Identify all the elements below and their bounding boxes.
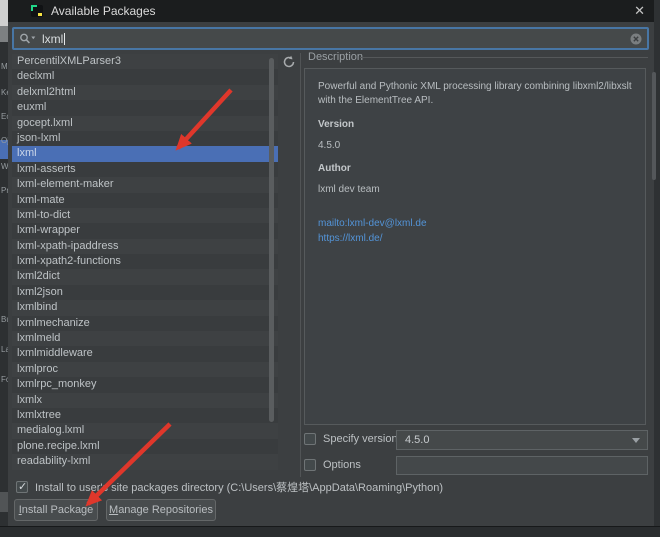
manage-repositories-button[interactable]: Manage Repositories: [106, 499, 216, 521]
panel-separator: [300, 53, 301, 477]
text-caret: [64, 33, 65, 45]
description-scrollbar[interactable]: [652, 72, 656, 180]
chevron-down-icon: [632, 438, 640, 443]
available-packages-dialog: Available Packages ✕ lxml PercentilXMLPa…: [8, 0, 654, 526]
version-label: Version: [318, 118, 632, 132]
list-item[interactable]: lxml-element-maker: [12, 177, 278, 192]
list-item[interactable]: lxml-asserts: [12, 162, 278, 177]
dialog-titlebar[interactable]: Available Packages ✕: [8, 0, 654, 22]
pycharm-icon: [31, 5, 43, 17]
homepage-link[interactable]: https://lxml.de/: [318, 232, 632, 247]
version-value: 4.5.0: [318, 139, 632, 153]
list-item[interactable]: lxmlx: [12, 393, 278, 408]
list-item[interactable]: plone.recipe.lxml: [12, 439, 278, 454]
specify-version-checkbox[interactable]: [304, 433, 316, 445]
list-item[interactable]: lxmlxtree: [12, 408, 278, 423]
search-query-text: lxml: [42, 32, 63, 46]
list-item[interactable]: declxml: [12, 69, 278, 84]
dialog-title: Available Packages: [51, 4, 156, 18]
version-dropdown[interactable]: 4.5.0: [396, 430, 648, 450]
list-item[interactable]: PercentilXMLParser3: [12, 54, 278, 69]
background-block: [0, 0, 8, 26]
author-value: lxml dev team: [318, 183, 632, 197]
list-item[interactable]: lxml-to-dict: [12, 208, 278, 223]
titled-border-line: [360, 57, 648, 58]
list-item[interactable]: lxml2json: [12, 285, 278, 300]
options-row: Options: [304, 459, 361, 471]
clear-search-icon[interactable]: [630, 32, 642, 44]
background-text-fragment: M: [1, 62, 8, 72]
list-item[interactable]: lxmlbind: [12, 300, 278, 315]
options-label: Options: [323, 459, 361, 471]
search-input[interactable]: lxml: [12, 27, 649, 50]
options-input[interactable]: [396, 456, 648, 475]
background-block: [0, 26, 8, 42]
package-summary: Powerful and Pythonic XML processing lib…: [318, 80, 632, 108]
install-to-user-checkbox[interactable]: [16, 481, 28, 493]
list-item[interactable]: medialog.lxml: [12, 423, 278, 438]
list-item[interactable]: lxmlmiddleware: [12, 346, 278, 361]
list-item[interactable]: lxmlrpc_monkey: [12, 377, 278, 392]
list-scrollbar[interactable]: [269, 58, 274, 422]
list-item[interactable]: lxml-xpath2-functions: [12, 254, 278, 269]
install-package-button[interactable]: Install Package: [14, 499, 98, 521]
search-icon[interactable]: [19, 32, 37, 46]
background-block: [0, 492, 8, 512]
list-item[interactable]: lxmlmechanize: [12, 316, 278, 331]
list-item[interactable]: gocept.lxml: [12, 116, 278, 131]
package-list[interactable]: PercentilXMLParser3declxmldelxml2htmleux…: [12, 54, 278, 470]
list-item[interactable]: euxml: [12, 100, 278, 115]
list-item[interactable]: lxml-wrapper: [12, 223, 278, 238]
list-item[interactable]: lxml2dict: [12, 269, 278, 284]
mailto-link[interactable]: mailto:lxml-dev@lxml.de: [318, 217, 632, 232]
list-item[interactable]: json-lxml: [12, 131, 278, 146]
list-item[interactable]: lxml-mate: [12, 193, 278, 208]
specify-version-label: Specify version: [323, 433, 398, 445]
close-icon[interactable]: ✕: [634, 2, 645, 20]
list-item[interactable]: lxml-xpath-ipaddress: [12, 239, 278, 254]
install-to-user-row: Install to user's site packages director…: [16, 479, 443, 495]
list-item[interactable]: lxmlmeld: [12, 331, 278, 346]
options-checkbox[interactable]: [304, 459, 316, 471]
version-dropdown-value: 4.5.0: [405, 434, 632, 446]
list-item[interactable]: delxml2html: [12, 85, 278, 100]
list-item[interactable]: readability-lxml: [12, 454, 278, 469]
specify-version-row: Specify version: [304, 433, 398, 445]
list-item[interactable]: lxml: [12, 146, 278, 161]
description-panel: Powerful and Pythonic XML processing lib…: [304, 68, 646, 425]
author-label: Author: [318, 162, 632, 176]
list-item[interactable]: lxmlproc: [12, 362, 278, 377]
install-to-user-label: Install to user's site packages director…: [35, 479, 443, 495]
description-panel-title: Description: [308, 51, 363, 63]
refresh-icon[interactable]: [282, 55, 296, 69]
background-window-edge: [0, 526, 660, 537]
